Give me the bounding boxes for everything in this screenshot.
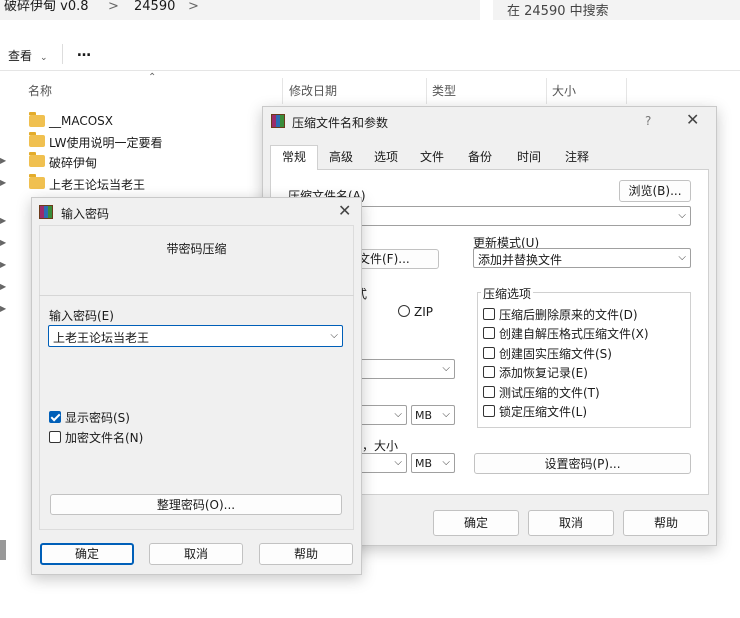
archive-name-combobox[interactable]: ⌵ [355, 206, 691, 226]
password-input[interactable]: 上老王论坛当老王 ⌵ [48, 325, 343, 347]
chevron-down-icon[interactable]: ⌵ [394, 457, 402, 468]
cancel-button[interactable]: 取消 [528, 510, 614, 536]
close-icon[interactable]: ✕ [338, 201, 351, 220]
password-help-button[interactable]: 帮助 [259, 543, 353, 565]
column-divider[interactable] [426, 78, 427, 104]
option-sfx[interactable]: 创建自解压格式压缩文件(X) [483, 325, 683, 345]
chevron-down-icon[interactable]: ⌵ [330, 330, 338, 341]
expand-arrow-icon[interactable]: ▶ [0, 178, 6, 187]
encrypt-filenames-checkbox[interactable]: 加密文件名(N) [49, 429, 249, 447]
close-icon[interactable]: ✕ [686, 110, 699, 129]
browse-button[interactable]: 浏览(B)... [619, 180, 691, 202]
options-group-label: 压缩选项 [481, 285, 534, 302]
volume-size-label: ，大小 [362, 439, 399, 453]
column-header-name[interactable]: 名称 [28, 84, 52, 104]
tab-backup[interactable]: 备份 [460, 146, 500, 168]
checkbox[interactable] [483, 347, 495, 359]
unit-select[interactable]: MB ⌵ [411, 405, 455, 425]
password-heading: 带密码压缩 [166, 242, 227, 256]
compression-method-select[interactable]: ⌵ [355, 359, 455, 379]
password-dialog-title: 输入密码 [61, 207, 110, 221]
organize-passwords-button[interactable]: 整理密码(O)... [50, 494, 342, 515]
set-password-button[interactable]: 设置密码(P)... [474, 453, 691, 474]
search-input[interactable]: 在 24590 中搜索 [493, 0, 740, 20]
password-label: 输入密码(E) [49, 309, 114, 323]
checkbox[interactable] [483, 405, 495, 417]
zip-label: ZIP [414, 305, 433, 319]
expand-arrow-icon[interactable]: ▶ [0, 156, 6, 165]
scrollbar-thumb[interactable] [0, 540, 6, 560]
more-options-button[interactable]: … [77, 44, 91, 60]
sort-up-icon: ⌃ [148, 72, 157, 83]
view-menu-button[interactable]: 查看 ⌄ [8, 47, 48, 64]
chevron-down-icon[interactable]: ⌵ [442, 363, 450, 374]
zip-radio[interactable] [398, 305, 410, 317]
volume-unit-select[interactable]: MB ⌵ [411, 453, 455, 473]
tab-general[interactable]: 常规 [270, 145, 318, 170]
tab-comment[interactable]: 注释 [556, 146, 598, 168]
tab-time[interactable]: 时间 [508, 146, 550, 168]
chevron-down-icon: ⌄ [40, 53, 48, 63]
folder-icon [29, 112, 45, 127]
dialog-title: 压缩文件名和参数 [292, 116, 389, 130]
file-row[interactable]: LW使用说明一定要看 [0, 132, 260, 152]
option-recovery-record[interactable]: 添加恢复记录(E) [483, 364, 683, 384]
winrar-icon [271, 114, 285, 128]
file-row[interactable]: __MACOSX [0, 112, 260, 132]
help-icon[interactable]: ? [645, 114, 651, 128]
breadcrumb-chevron-icon[interactable]: > [188, 0, 199, 18]
chevron-down-icon[interactable]: ⌵ [678, 210, 686, 221]
volume-size-select[interactable]: ⌵ [355, 453, 407, 473]
column-divider[interactable] [282, 78, 283, 104]
option-test[interactable]: 测试压缩的文件(T) [483, 384, 683, 404]
chevron-down-icon[interactable]: ⌵ [442, 457, 450, 468]
dictionary-size-select[interactable]: ⌵ [355, 405, 407, 425]
breadcrumb-item[interactable]: 破碎伊甸 v0.8 [4, 0, 89, 18]
show-password-checkbox[interactable]: 显示密码(S) [49, 409, 249, 427]
password-panel [39, 225, 354, 530]
tab-options[interactable]: 选项 [366, 146, 406, 168]
breadcrumb-separator-icon: > [108, 0, 119, 14]
chevron-down-icon[interactable]: ⌵ [394, 409, 402, 420]
help-button[interactable]: 帮助 [623, 510, 709, 536]
checkbox[interactable] [49, 431, 61, 443]
column-divider[interactable] [626, 78, 627, 104]
password-cancel-button[interactable]: 取消 [149, 543, 243, 565]
file-row[interactable]: ▶ 破碎伊甸 [0, 152, 260, 172]
option-solid[interactable]: 创建固实压缩文件(S) [483, 345, 683, 365]
nav-expand-arrows[interactable]: ▶ ▶ ▶ ▶ ▶ [0, 210, 6, 320]
column-divider[interactable] [546, 78, 547, 104]
folder-icon [29, 174, 45, 189]
option-delete-after[interactable]: 压缩后删除原来的文件(D) [483, 306, 683, 326]
update-mode-select[interactable]: 添加并替换文件 ⌵ [473, 248, 691, 268]
breadcrumb-item[interactable]: 24590 [134, 0, 175, 18]
tab-files[interactable]: 文件 [412, 146, 452, 168]
folder-icon [29, 132, 45, 147]
toolbar-divider [62, 44, 63, 64]
column-header-size[interactable]: 大小 [552, 84, 576, 104]
folder-icon [29, 152, 45, 167]
password-ok-button[interactable]: 确定 [40, 543, 134, 565]
column-header-date[interactable]: 修改日期 [289, 84, 337, 104]
file-row[interactable]: ▶ 上老王论坛当老王 [0, 174, 260, 194]
option-lock[interactable]: 锁定压缩文件(L) [483, 403, 683, 423]
profiles-button[interactable]: 文件(F)... [355, 249, 439, 269]
checkbox-checked[interactable] [49, 411, 61, 423]
divider [39, 295, 354, 296]
ok-button[interactable]: 确定 [433, 510, 519, 536]
toolbar-separator [0, 70, 740, 71]
chevron-down-icon[interactable]: ⌵ [678, 252, 686, 263]
column-header-type[interactable]: 类型 [432, 84, 456, 104]
winrar-icon [39, 205, 53, 219]
checkbox[interactable] [483, 327, 495, 339]
tab-advanced[interactable]: 高级 [320, 146, 362, 168]
chevron-down-icon[interactable]: ⌵ [442, 409, 450, 420]
checkbox[interactable] [483, 386, 495, 398]
checkbox[interactable] [483, 308, 495, 320]
checkbox[interactable] [483, 366, 495, 378]
